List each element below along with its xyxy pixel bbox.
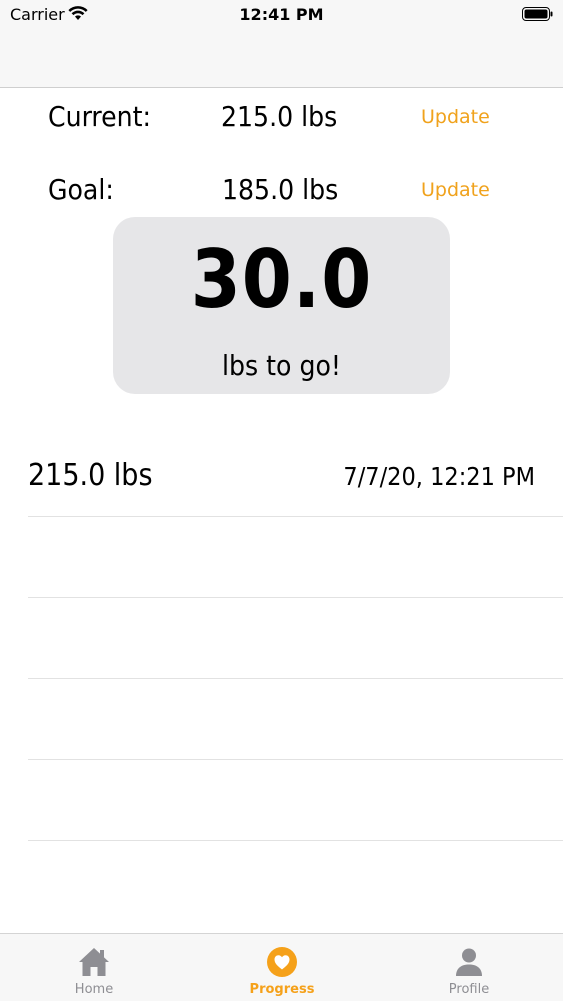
pounds-to-go-caption: lbs to go! [222, 349, 341, 382]
history-weight: 215.0 lbs [28, 458, 153, 493]
battery-icon [522, 7, 553, 21]
update-goal-button[interactable]: Update [421, 179, 490, 201]
house-icon [79, 948, 109, 976]
heart-icon [267, 947, 297, 977]
tab-profile-label: Profile [448, 982, 490, 997]
goal-weight-label: Goal: [48, 173, 114, 206]
history-date: 7/7/20, 12:21 PM [343, 462, 535, 491]
tab-profile[interactable]: Profile [375, 934, 563, 1001]
tab-bar: Home Progress Profile [0, 933, 563, 1001]
history-row[interactable]: 215.0 lbs 7/7/20, 12:21 PM [28, 436, 563, 517]
weight-history-list: 215.0 lbs 7/7/20, 12:21 PM [0, 436, 563, 841]
history-row [28, 679, 563, 760]
clock: 12:41 PM [239, 5, 324, 24]
goal-weight-value: 185.0 lbs [222, 173, 339, 206]
pounds-to-go-value: 30.0 [190, 233, 373, 326]
person-icon [456, 948, 482, 976]
update-current-button[interactable]: Update [421, 106, 490, 128]
navigation-bar [0, 30, 563, 88]
history-row [28, 760, 563, 841]
history-row [28, 517, 563, 598]
tab-progress[interactable]: Progress [188, 934, 376, 1001]
tab-progress-label: Progress [249, 982, 315, 997]
history-row [28, 598, 563, 679]
tab-home-label: Home [74, 982, 114, 997]
pounds-to-go-card: 30.0 lbs to go! [113, 217, 450, 394]
current-weight-value: 215.0 lbs [221, 100, 338, 133]
status-bar: Carrier 12:41 PM [0, 0, 563, 30]
current-weight-label: Current: [48, 100, 151, 133]
tab-home[interactable]: Home [0, 934, 188, 1001]
